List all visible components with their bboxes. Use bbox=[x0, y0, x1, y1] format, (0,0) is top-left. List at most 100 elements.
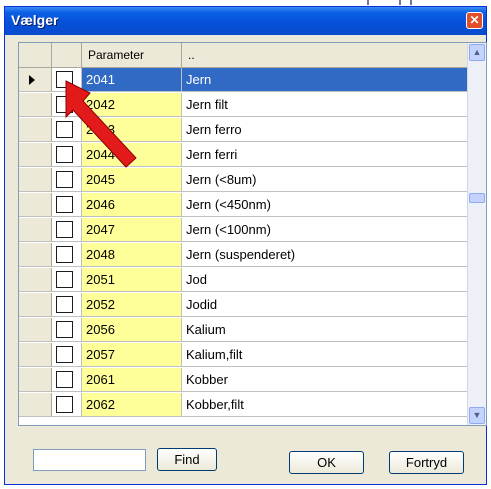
row-header[interactable] bbox=[19, 143, 52, 167]
row-header[interactable] bbox=[19, 293, 52, 317]
parameter-code[interactable]: 2044 bbox=[82, 143, 182, 167]
row-header[interactable] bbox=[19, 168, 52, 192]
table-row[interactable]: 2044 Jern ferri bbox=[19, 143, 468, 167]
row-checkbox-cell[interactable] bbox=[52, 143, 82, 167]
row-header[interactable] bbox=[19, 68, 52, 92]
row-header[interactable] bbox=[19, 193, 52, 217]
window-title: Vælger bbox=[11, 12, 59, 28]
row-checkbox[interactable] bbox=[56, 96, 73, 113]
parameter-code[interactable]: 2047 bbox=[82, 218, 182, 242]
parameter-code[interactable]: 2046 bbox=[82, 193, 182, 217]
ok-button[interactable]: OK bbox=[289, 451, 364, 474]
row-checkbox-cell[interactable] bbox=[52, 343, 82, 367]
parameter-code[interactable]: 2043 bbox=[82, 118, 182, 142]
scroll-thumb[interactable] bbox=[469, 193, 485, 203]
table-row[interactable]: 2051 Jod bbox=[19, 268, 468, 292]
table-row[interactable]: 2048 Jern (suspenderet) bbox=[19, 243, 468, 267]
parameter-name[interactable]: Kalium bbox=[182, 318, 468, 342]
row-checkbox[interactable] bbox=[56, 271, 73, 288]
row-checkbox-cell[interactable] bbox=[52, 318, 82, 342]
table-row[interactable]: 2043 Jern ferro bbox=[19, 118, 468, 142]
table-row[interactable]: 2061 Kobber bbox=[19, 368, 468, 392]
row-checkbox-cell[interactable] bbox=[52, 218, 82, 242]
header-name[interactable]: .. bbox=[182, 43, 468, 67]
parameter-name[interactable]: Jern bbox=[182, 68, 468, 92]
parameter-code[interactable]: 2051 bbox=[82, 268, 182, 292]
row-checkbox-cell[interactable] bbox=[52, 393, 82, 417]
row-header[interactable] bbox=[19, 268, 52, 292]
row-checkbox[interactable] bbox=[56, 246, 73, 263]
row-header[interactable] bbox=[19, 243, 52, 267]
parameter-code[interactable]: 2056 bbox=[82, 318, 182, 342]
parameter-name[interactable]: Jod bbox=[182, 268, 468, 292]
row-checkbox[interactable] bbox=[56, 396, 73, 413]
row-header[interactable] bbox=[19, 118, 52, 142]
table-row[interactable]: 2052 Jodid bbox=[19, 293, 468, 317]
close-button[interactable]: ✕ bbox=[466, 12, 483, 29]
cancel-button[interactable]: Fortryd bbox=[389, 451, 464, 474]
parameter-name[interactable]: Kobber bbox=[182, 368, 468, 392]
row-checkbox-cell[interactable] bbox=[52, 93, 82, 117]
table-row[interactable]: 2056 Kalium bbox=[19, 318, 468, 342]
row-checkbox[interactable] bbox=[56, 221, 73, 238]
row-header[interactable] bbox=[19, 393, 52, 417]
row-checkbox-cell[interactable] bbox=[52, 243, 82, 267]
row-header[interactable] bbox=[19, 93, 52, 117]
table-row[interactable]: 2046 Jern (<450nm) bbox=[19, 193, 468, 217]
table-row[interactable]: 2047 Jern (<100nm) bbox=[19, 218, 468, 242]
find-input[interactable] bbox=[33, 449, 146, 471]
row-checkbox[interactable] bbox=[56, 71, 73, 88]
current-row-icon bbox=[29, 75, 35, 85]
row-header[interactable] bbox=[19, 343, 52, 367]
parameter-name[interactable]: Jern (<8um) bbox=[182, 168, 468, 192]
parameter-name[interactable]: Kobber,filt bbox=[182, 393, 468, 417]
row-checkbox[interactable] bbox=[56, 146, 73, 163]
parameter-name[interactable]: Jern (<450nm) bbox=[182, 193, 468, 217]
scroll-up-icon[interactable]: ▲ bbox=[469, 44, 485, 61]
parameter-code[interactable]: 2041 bbox=[82, 68, 182, 92]
parameter-code[interactable]: 2052 bbox=[82, 293, 182, 317]
row-checkbox-cell[interactable] bbox=[52, 268, 82, 292]
row-checkbox-cell[interactable] bbox=[52, 118, 82, 142]
table-row[interactable]: 2062 Kobber,filt bbox=[19, 393, 468, 417]
parameter-name[interactable]: Jern ferri bbox=[182, 143, 468, 167]
parameter-code[interactable]: 2048 bbox=[82, 243, 182, 267]
table-row[interactable]: 2042 Jern filt bbox=[19, 93, 468, 117]
row-checkbox[interactable] bbox=[56, 321, 73, 338]
parameter-grid[interactable]: Parameter .. 2041 Jern 2042 Jern filt 2043 Je… bbox=[18, 42, 487, 426]
vertical-scrollbar[interactable]: ▲ ▼ bbox=[467, 43, 486, 425]
parameter-code[interactable]: 2042 bbox=[82, 93, 182, 117]
row-checkbox[interactable] bbox=[56, 121, 73, 138]
find-button[interactable]: Find bbox=[157, 448, 217, 471]
parameter-code[interactable]: 2057 bbox=[82, 343, 182, 367]
parameter-name[interactable]: Jern (suspenderet) bbox=[182, 243, 468, 267]
row-header[interactable] bbox=[19, 318, 52, 342]
row-checkbox-cell[interactable] bbox=[52, 193, 82, 217]
parameter-name[interactable]: Jodid bbox=[182, 293, 468, 317]
table-row[interactable]: 2057 Kalium,filt bbox=[19, 343, 468, 367]
row-header[interactable] bbox=[19, 218, 52, 242]
row-checkbox[interactable] bbox=[56, 171, 73, 188]
row-checkbox-cell[interactable] bbox=[52, 293, 82, 317]
scroll-down-icon[interactable]: ▼ bbox=[469, 407, 485, 424]
row-header[interactable] bbox=[19, 368, 52, 392]
parameter-name[interactable]: Jern filt bbox=[182, 93, 468, 117]
row-checkbox[interactable] bbox=[56, 296, 73, 313]
row-checkbox[interactable] bbox=[56, 371, 73, 388]
parameter-code[interactable]: 2061 bbox=[82, 368, 182, 392]
header-parameter[interactable]: Parameter bbox=[82, 43, 182, 67]
parameter-code[interactable]: 2045 bbox=[82, 168, 182, 192]
table-row[interactable]: 2041 Jern bbox=[19, 68, 468, 92]
table-row[interactable]: 2045 Jern (<8um) bbox=[19, 168, 468, 192]
row-checkbox-cell[interactable] bbox=[52, 168, 82, 192]
title-bar[interactable]: Vælger ✕ bbox=[5, 7, 486, 35]
row-checkbox[interactable] bbox=[56, 196, 73, 213]
row-checkbox-cell[interactable] bbox=[52, 368, 82, 392]
parameter-name[interactable]: Jern (<100nm) bbox=[182, 218, 468, 242]
header-checkbox-column[interactable] bbox=[52, 43, 82, 67]
parameter-code[interactable]: 2062 bbox=[82, 393, 182, 417]
row-checkbox[interactable] bbox=[56, 346, 73, 363]
parameter-name[interactable]: Kalium,filt bbox=[182, 343, 468, 367]
parameter-name[interactable]: Jern ferro bbox=[182, 118, 468, 142]
row-checkbox-cell[interactable] bbox=[52, 68, 82, 92]
